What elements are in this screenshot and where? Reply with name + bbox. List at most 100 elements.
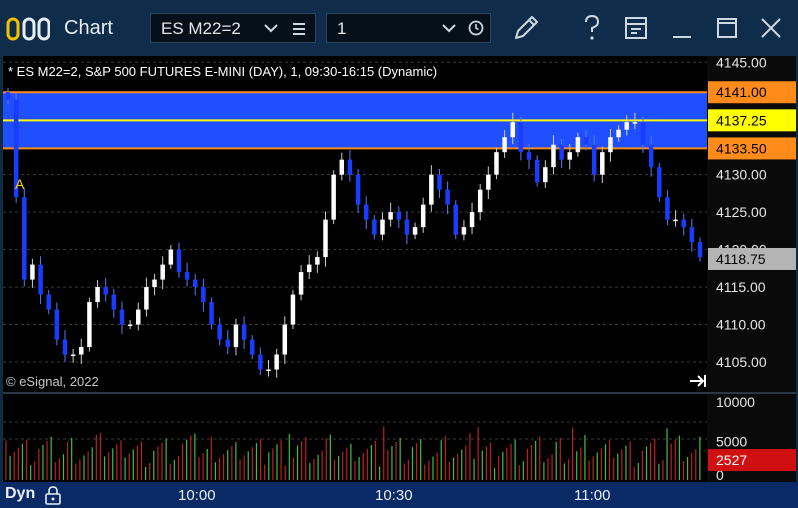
chevron-down-icon[interactable] — [264, 22, 278, 34]
clock-icon[interactable] — [468, 20, 484, 36]
candle-body — [404, 219, 410, 235]
candle-body — [136, 309, 141, 325]
candle-body — [575, 137, 581, 153]
candle-body — [648, 144, 654, 168]
candle-body — [62, 339, 68, 355]
price-tag-label: 4118.75 — [716, 251, 766, 267]
candle-body — [355, 174, 361, 205]
candle-body — [176, 249, 182, 273]
candle-body — [445, 189, 450, 205]
candle-body — [160, 264, 165, 280]
candle-body — [624, 122, 629, 130]
candle-body — [673, 219, 678, 222]
candle-body — [437, 174, 442, 190]
candle-body — [681, 219, 686, 228]
candle-body — [70, 354, 76, 357]
candle-body — [87, 302, 92, 348]
candle-body — [461, 227, 467, 235]
candle-body — [290, 294, 296, 325]
candle-body — [209, 302, 214, 325]
candle-body — [217, 324, 222, 340]
close-icon[interactable] — [753, 10, 789, 46]
candle-body — [168, 249, 174, 265]
candle-body — [119, 309, 125, 325]
dynamic-mode-label[interactable]: Dyn — [5, 485, 35, 503]
price-tag-label: 4133.50 — [716, 140, 767, 156]
candle-body — [486, 174, 491, 190]
candle-body — [258, 354, 263, 370]
price-band — [3, 91, 707, 150]
price-tick-label: 4145.00 — [716, 56, 767, 70]
candle-body — [282, 324, 288, 355]
candle-body — [543, 167, 548, 183]
candle-body — [412, 227, 418, 235]
candle-body — [5, 92, 11, 100]
candle-body — [22, 197, 27, 280]
candle-body — [233, 324, 239, 348]
time-tick-1000: 10:00 — [178, 487, 216, 504]
help-icon[interactable] — [574, 10, 610, 46]
candle-body — [396, 212, 402, 220]
candle-body — [429, 174, 434, 205]
candle-body — [380, 219, 385, 235]
volume-tick-label: 10000 — [716, 394, 755, 410]
chart-header: * ES M22=2, S&P 500 FUTURES E-MINI (DAY)… — [8, 64, 437, 79]
candle-body — [315, 257, 320, 265]
candle-body — [469, 212, 475, 228]
candle-body — [559, 144, 564, 160]
time-tick-1100: 11:00 — [574, 487, 611, 504]
interval-selector[interactable]: 1 — [326, 13, 491, 43]
candle-body — [526, 152, 532, 160]
chart-area[interactable]: * ES M22=2, S&P 500 FUTURES E-MINI (DAY)… — [0, 56, 798, 482]
candle-body — [95, 287, 100, 303]
price-tag-label: 4137.25 — [716, 112, 767, 128]
esignal-logo-icon — [6, 17, 50, 41]
candle-body — [127, 324, 133, 327]
lock-icon[interactable] — [43, 485, 63, 505]
candle-body — [201, 287, 206, 303]
pencil-icon[interactable] — [508, 10, 544, 46]
symbol-selector[interactable]: ES M22=2 — [150, 13, 316, 43]
maximize-icon[interactable] — [709, 10, 745, 46]
minimize-icon[interactable] — [664, 10, 700, 46]
candle-body — [616, 129, 621, 138]
candle-body — [453, 204, 459, 235]
candle-body — [103, 287, 108, 295]
symbol-value: ES M22=2 — [161, 19, 241, 38]
chevron-down-icon[interactable] — [442, 22, 456, 34]
copyright-text: © eSignal, 2022 — [6, 374, 99, 389]
candle-body — [477, 189, 483, 213]
candle-body — [249, 339, 255, 355]
list-menu-icon[interactable] — [292, 22, 306, 36]
layout-icon[interactable] — [618, 10, 654, 46]
chart-window: Chart ES M22=2 1 * ES M22=2, S&P 500 FUT… — [0, 0, 798, 508]
candle-body — [657, 167, 662, 198]
candle-body — [152, 279, 157, 288]
candle-body — [632, 122, 638, 124]
interval-value: 1 — [337, 19, 347, 38]
candle-body — [689, 227, 695, 243]
candle-body — [591, 144, 597, 175]
window-title: Chart — [64, 17, 113, 39]
candle-body — [306, 264, 312, 273]
price-tick-label: 4110.00 — [716, 317, 766, 333]
marker-label: A — [15, 176, 25, 192]
candle-body — [30, 264, 35, 280]
candle-body — [583, 137, 589, 145]
candle-body — [388, 212, 393, 220]
candle-body — [266, 369, 271, 372]
price-tick-label: 4115.00 — [716, 279, 766, 295]
candle-body — [331, 174, 336, 220]
candle-body — [372, 219, 377, 235]
candle-body — [510, 122, 515, 138]
candle-body — [274, 354, 279, 370]
candle-body — [640, 122, 646, 145]
candle-body — [298, 272, 304, 295]
title-bar: Chart ES M22=2 1 — [0, 0, 798, 56]
candle-body — [38, 264, 43, 295]
candle-body — [494, 152, 499, 175]
price-axis[interactable] — [707, 56, 796, 392]
candle-body — [608, 137, 613, 153]
candle-body — [54, 309, 60, 340]
candle-body — [347, 159, 353, 175]
